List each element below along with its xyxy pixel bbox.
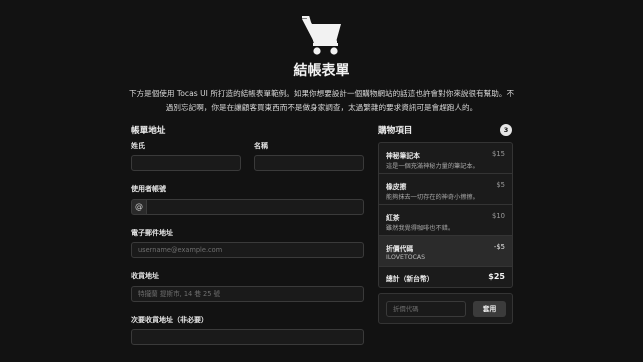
cart-count-badge: 3: [500, 124, 512, 136]
email-label: 電子郵件地址: [131, 229, 173, 237]
username-input[interactable]: [146, 199, 364, 215]
cart-item-name: 神秘筆記本: [386, 152, 420, 160]
cart-item-price: $5: [496, 181, 505, 189]
username-label: 使用者帳號: [131, 185, 166, 193]
surname-input[interactable]: [131, 155, 241, 171]
promo-code: ILOVETOCAS: [386, 254, 426, 261]
cart-item-desc: 這是一個充滿神秘力量的筆記本。: [386, 163, 479, 170]
total-row: 總計（新台幣） $25: [379, 267, 512, 287]
total-label: 總計（新台幣）: [386, 275, 434, 283]
cart-list: 神秘筆記本 這是一個充滿神秘力量的筆記本。 $15 橡皮擦 能夠抹去一切存在的神…: [378, 142, 513, 288]
cart-item: 神秘筆記本 這是一個充滿神秘力量的筆記本。 $15: [379, 143, 512, 174]
apply-coupon-button[interactable]: 套用: [473, 301, 506, 317]
coupon-form: 折價代碼 套用: [378, 293, 513, 324]
cart-item-desc: 能夠抹去一切存在的神奇小擦擦。: [386, 194, 479, 201]
address-input[interactable]: 特攏蘭 提斯市, 14 巷 25 號: [131, 286, 364, 302]
at-sign-icon: @: [131, 199, 147, 215]
name-label: 名稱: [254, 142, 268, 150]
coupon-input[interactable]: 折價代碼: [386, 301, 466, 317]
cart-item-name: 紅茶: [386, 214, 400, 222]
shopping-cart-icon: [301, 16, 341, 55]
cart-item: 紅茶 雖然我覺得咖啡也不錯。 $10: [379, 205, 512, 236]
promo-amount: -$5: [493, 243, 505, 251]
promo-row: 折價代碼 ILOVETOCAS -$5: [379, 236, 512, 267]
cart-item-price: $10: [492, 212, 505, 220]
cart-item: 橡皮擦 能夠抹去一切存在的神奇小擦擦。 $5: [379, 174, 512, 205]
address2-label: 次要收貨地址（非必要）: [131, 316, 208, 324]
billing-section-title: 帳單地址: [131, 126, 166, 136]
surname-label: 姓氏: [131, 142, 145, 150]
name-input[interactable]: [254, 155, 364, 171]
cart-section-title: 購物項目: [378, 126, 413, 136]
page-header: 結帳表單 下方是個使用 Tocas UI 所打造的結帳表單範例。如果你想要設計一…: [0, 16, 643, 114]
promo-label: 折價代碼: [386, 245, 414, 253]
address2-input[interactable]: [131, 329, 364, 345]
page-description: 下方是個使用 Tocas UI 所打造的結帳表單範例。如果你想要設計一個購物網站…: [128, 89, 515, 112]
address-label: 收貨地址: [131, 272, 159, 280]
page-title: 結帳表單: [293, 63, 350, 79]
cart-item-price: $15: [492, 150, 505, 158]
checkout-page: 結帳表單 下方是個使用 Tocas UI 所打造的結帳表單範例。如果你想要設計一…: [0, 0, 643, 362]
cart-item-desc: 雖然我覺得咖啡也不錯。: [386, 225, 455, 232]
total-amount: $25: [488, 272, 505, 281]
email-input[interactable]: username@example.com: [131, 242, 364, 258]
cart-item-name: 橡皮擦: [386, 183, 407, 191]
